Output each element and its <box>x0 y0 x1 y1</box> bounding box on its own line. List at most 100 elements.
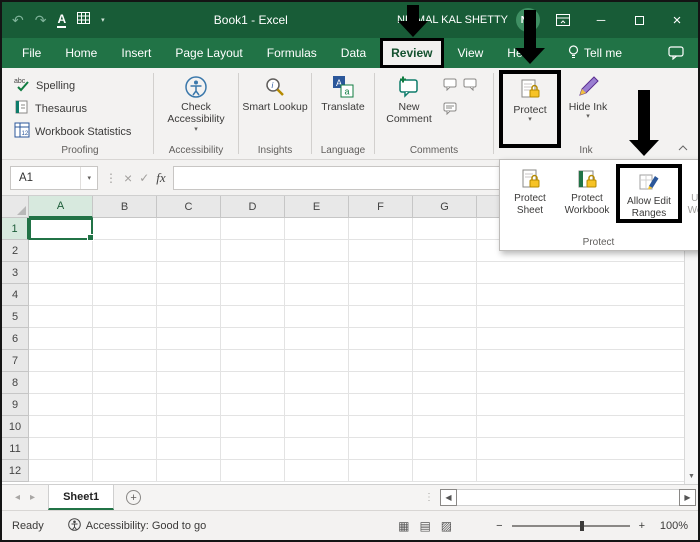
thesaurus-button[interactable]: Thesaurus <box>10 99 135 118</box>
cell-C10[interactable] <box>157 416 221 438</box>
cell-A6[interactable] <box>29 328 93 350</box>
chevron-down-icon[interactable]: ▾ <box>80 167 97 189</box>
show-comments-icon[interactable] <box>443 102 458 120</box>
cell-A8[interactable] <box>29 372 93 394</box>
cell-G1[interactable] <box>413 218 477 240</box>
cell-E11[interactable] <box>285 438 349 460</box>
cell-G4[interactable] <box>413 284 477 306</box>
row-header-12[interactable]: 12 <box>2 460 29 482</box>
close-button[interactable]: × <box>662 2 692 38</box>
previous-comment-icon[interactable] <box>443 78 458 96</box>
zoom-slider[interactable] <box>512 525 630 527</box>
translate-button[interactable]: Aa Translate <box>315 68 371 113</box>
page-layout-view-icon[interactable]: ▤ <box>419 519 430 533</box>
cell-D10[interactable] <box>221 416 285 438</box>
cell-B2[interactable] <box>93 240 157 262</box>
sheet-nav-left-icon[interactable]: ◂ <box>10 492 25 503</box>
cell-B11[interactable] <box>93 438 157 460</box>
cell-B7[interactable] <box>93 350 157 372</box>
cell-C5[interactable] <box>157 306 221 328</box>
row-header-10[interactable]: 10 <box>2 416 29 438</box>
cell-F10[interactable] <box>349 416 413 438</box>
column-header-B[interactable]: B <box>93 196 157 218</box>
row-header-2[interactable]: 2 <box>2 240 29 262</box>
cell-E10[interactable] <box>285 416 349 438</box>
cell-B10[interactable] <box>93 416 157 438</box>
next-comment-icon[interactable] <box>463 78 478 96</box>
hide-ink-button[interactable]: Hide Ink ▾ <box>565 68 611 122</box>
cell-E4[interactable] <box>285 284 349 306</box>
cell-B6[interactable] <box>93 328 157 350</box>
cell-C11[interactable] <box>157 438 221 460</box>
spelling-button[interactable]: abc Spelling <box>10 76 135 95</box>
cell-G8[interactable] <box>413 372 477 394</box>
zoom-in-icon[interactable]: + <box>639 520 645 532</box>
cell-D4[interactable] <box>221 284 285 306</box>
cell-G10[interactable] <box>413 416 477 438</box>
comments-pane-icon[interactable] <box>668 38 684 68</box>
cell-A10[interactable] <box>29 416 93 438</box>
scroll-down-icon[interactable]: ▼ <box>688 469 695 484</box>
cell-D5[interactable] <box>221 306 285 328</box>
cell-A9[interactable] <box>29 394 93 416</box>
cell-G7[interactable] <box>413 350 477 372</box>
cell-A3[interactable] <box>29 262 93 284</box>
cell-E8[interactable] <box>285 372 349 394</box>
row-header-5[interactable]: 5 <box>2 306 29 328</box>
cell-D3[interactable] <box>221 262 285 284</box>
zoom-slider-thumb[interactable] <box>580 521 584 531</box>
cell-F7[interactable] <box>349 350 413 372</box>
tab-insert[interactable]: Insert <box>111 38 161 68</box>
cell-F11[interactable] <box>349 438 413 460</box>
column-header-D[interactable]: D <box>221 196 285 218</box>
tab-view[interactable]: View <box>448 38 494 68</box>
cell-E3[interactable] <box>285 262 349 284</box>
cell-A2[interactable] <box>29 240 93 262</box>
cell-F3[interactable] <box>349 262 413 284</box>
name-box[interactable]: A1 ▾ <box>10 166 98 190</box>
row-header-4[interactable]: 4 <box>2 284 29 306</box>
cell-B5[interactable] <box>93 306 157 328</box>
cell-C6[interactable] <box>157 328 221 350</box>
accessibility-status[interactable]: Accessibility: Good to go <box>68 518 206 534</box>
tab-home[interactable]: Home <box>55 38 107 68</box>
row-header-1[interactable]: 1 <box>2 218 29 240</box>
cell-G2[interactable] <box>413 240 477 262</box>
cell-E5[interactable] <box>285 306 349 328</box>
cell-B12[interactable] <box>93 460 157 482</box>
select-all-corner[interactable] <box>2 196 29 218</box>
cell-B9[interactable] <box>93 394 157 416</box>
cell-B3[interactable] <box>93 262 157 284</box>
cell-D6[interactable] <box>221 328 285 350</box>
cell-A5[interactable] <box>29 306 93 328</box>
cell-C1[interactable] <box>157 218 221 240</box>
cell-G11[interactable] <box>413 438 477 460</box>
horizontal-scrollbar[interactable]: ⋮ ◀ ▶ <box>424 489 696 506</box>
new-comment-button[interactable]: New Comment <box>378 68 440 126</box>
cell-B4[interactable] <box>93 284 157 306</box>
zoom-out-icon[interactable]: − <box>496 520 502 532</box>
cell-B8[interactable] <box>93 372 157 394</box>
cell-F12[interactable] <box>349 460 413 482</box>
smart-lookup-button[interactable]: i Smart Lookup <box>242 68 308 113</box>
tab-file[interactable]: File <box>12 38 51 68</box>
cancel-entry-icon[interactable]: × <box>124 170 132 186</box>
scroll-right-icon[interactable]: ▶ <box>679 489 696 506</box>
row-header-7[interactable]: 7 <box>2 350 29 372</box>
cell-F6[interactable] <box>349 328 413 350</box>
cell-F4[interactable] <box>349 284 413 306</box>
cell-B1[interactable] <box>93 218 157 240</box>
cell-A11[interactable] <box>29 438 93 460</box>
column-header-C[interactable]: C <box>157 196 221 218</box>
cell-C8[interactable] <box>157 372 221 394</box>
cell-C9[interactable] <box>157 394 221 416</box>
table-icon[interactable] <box>77 11 90 29</box>
collapse-ribbon-icon[interactable] <box>678 138 688 156</box>
new-sheet-button[interactable]: + <box>126 490 141 505</box>
cell-E2[interactable] <box>285 240 349 262</box>
row-header-3[interactable]: 3 <box>2 262 29 284</box>
cell-D12[interactable] <box>221 460 285 482</box>
sheet-nav-right-icon[interactable]: ▸ <box>25 492 40 503</box>
cell-A12[interactable] <box>29 460 93 482</box>
menu-item-protect-sheet[interactable]: Protect Sheet <box>502 164 558 216</box>
